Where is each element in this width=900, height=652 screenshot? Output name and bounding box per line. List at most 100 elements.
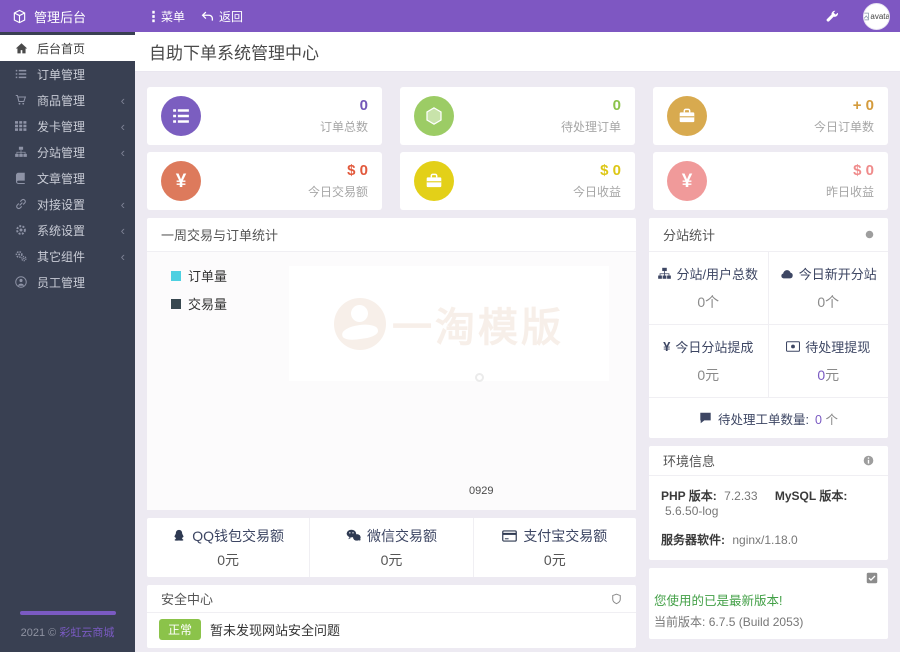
chart-panel-header: 一周交易与订单统计 <box>147 218 636 252</box>
stat-value: $ 0 <box>853 162 874 179</box>
app-brand[interactable]: 管理后台 <box>0 7 135 26</box>
sidebar-item-products[interactable]: 商品管理 ‹ <box>0 87 135 113</box>
sidebar-item-system-settings[interactable]: 系统设置 ‹ <box>0 217 135 243</box>
page-title: 自助下单系统管理中心 <box>149 44 319 63</box>
yen-icon: ¥ <box>161 161 201 201</box>
sidebar: 后台首页 订单管理 商品管理 ‹ 发卡管理 ‹ 分站管理 ‹ 文章管理 对接设置… <box>0 32 135 652</box>
environment-panel-title: 环境信息 <box>663 454 716 469</box>
sidebar-item-staff[interactable]: 员工管理 <box>0 269 135 295</box>
stat-card-total-orders: 0 订单总数 <box>147 87 382 145</box>
copyright-brand-link[interactable]: 彩虹云商城 <box>59 627 114 639</box>
page-header: 自助下单系统管理中心 <box>135 32 900 72</box>
version-panel: 您使用的已是最新版本! 当前版本: 6.7.5 (Build 2053) <box>649 568 888 639</box>
branch-cell-new-today: 今日新开分站 0个 <box>768 252 888 325</box>
current-version: 当前版本: 6.7.5 (Build 2053) <box>654 615 804 629</box>
cube-icon <box>12 9 27 24</box>
cloud-icon <box>780 268 794 279</box>
stat-card-today-volume: ¥ $ 0 今日交易额 <box>147 152 382 210</box>
user-avatar[interactable]: avatar <box>863 2 890 30</box>
sidebar-item-branches[interactable]: 分站管理 ‹ <box>0 139 135 165</box>
stat-label: 订单总数 <box>319 120 368 134</box>
stat-label: 今日收益 <box>572 185 621 199</box>
sidebar-item-label: 发卡管理 <box>37 119 86 134</box>
php-version-label: PHP 版本: <box>661 489 717 503</box>
sidebar-item-label: 后台首页 <box>37 41 86 56</box>
security-panel: 安全中心 正常 暂未发现网站安全问题 <box>147 585 636 648</box>
back-arrow-icon <box>201 10 214 23</box>
weekly-chart-panel: 一周交易与订单统计 订单量 交易量 一淘模版 0929 <box>147 218 636 510</box>
branch-stats-grid: 分站/用户总数 0个 今日新开分站 0个 ¥ 今日分站提成 0元 待处理提现 0… <box>649 252 888 398</box>
briefcase-icon <box>667 96 707 136</box>
mysql-version-label: MySQL 版本: <box>774 489 848 503</box>
stat-card-today-profit: $ 0 今日收益 <box>400 152 635 210</box>
yen-icon: ¥ <box>663 339 671 354</box>
chevron-left-icon: ‹ <box>120 144 125 160</box>
pay-stat-wechat: 微信交易额 0元 <box>309 518 472 577</box>
environment-panel-header: 环境信息 <box>649 446 888 476</box>
back-button[interactable]: 返回 <box>201 8 243 25</box>
pay-stat-qq: QQ钱包交易额 0元 <box>147 518 309 577</box>
qq-penguin-icon <box>172 529 186 543</box>
pay-stat-value: 0元 <box>217 551 240 568</box>
legend-swatch <box>171 298 181 309</box>
briefcase-icon <box>414 161 454 201</box>
menu-button[interactable]: 菜单 <box>151 8 185 25</box>
footer-divider <box>19 611 116 615</box>
grid-icon <box>15 120 28 132</box>
branch-cell-label: 今日分站提成 <box>675 340 754 355</box>
menu-icon <box>151 10 156 23</box>
chevron-left-icon: ‹ <box>120 118 125 134</box>
sidebar-item-label: 对接设置 <box>37 197 86 212</box>
pay-stat-value: 0元 <box>543 551 566 568</box>
main-area: 自助下单系统管理中心 0 订单总数 0 待处理订单 + 0 今日订单数 ¥ $ … <box>135 32 900 652</box>
sidebar-item-label: 文章管理 <box>37 171 86 186</box>
sidebar-item-integration[interactable]: 对接设置 ‹ <box>0 191 135 217</box>
legend-item-orders[interactable]: 订单量 <box>171 266 227 285</box>
stat-label: 昨日收益 <box>825 185 874 199</box>
comment-icon <box>699 412 712 424</box>
pay-stat-alipay: 支付宝交易额 0元 <box>472 518 636 577</box>
payment-stats-panel: QQ钱包交易额 0元 微信交易额 0元 支付宝交易额 0元 <box>147 518 636 577</box>
check-square-icon[interactable] <box>866 572 878 584</box>
settings-wrench-button[interactable] <box>826 10 839 23</box>
stat-value: $ 0 <box>347 162 368 179</box>
watermark-text: 一淘模版 <box>392 305 564 350</box>
sidebar-item-cards[interactable]: 发卡管理 ‹ <box>0 113 135 139</box>
sidebar-item-label: 商品管理 <box>37 93 86 108</box>
cogs-icon <box>15 250 28 262</box>
mysql-version-value: 5.6.50-log <box>665 504 719 518</box>
stat-value: 0 <box>359 97 368 114</box>
stat-label: 今日交易额 <box>307 185 368 199</box>
user-icon <box>15 276 28 288</box>
pending-tickets-row: 待处理工单数量: 0 个 <box>649 398 888 438</box>
menu-label: 菜单 <box>161 9 186 24</box>
stat-value: 0 <box>612 97 621 114</box>
chevron-left-icon: ‹ <box>120 222 125 238</box>
branch-cell-value: 0元 <box>697 367 720 383</box>
environment-panel: 环境信息 PHP 版本: 7.2.33 MySQL 版本: 5.6.50-log <box>649 446 888 560</box>
environment-details: PHP 版本: 7.2.33 MySQL 版本: 5.6.50-log 服务器软… <box>649 476 888 560</box>
chevron-left-icon: ‹ <box>120 196 125 212</box>
loading-spinner <box>475 373 484 382</box>
version-info: 您使用的已是最新版本! 当前版本: 6.7.5 (Build 2053) <box>649 589 888 639</box>
sidebar-item-label: 系统设置 <box>37 223 86 238</box>
stat-value: + 0 <box>852 97 874 114</box>
pay-stat-label: 微信交易额 <box>366 527 437 544</box>
sidebar-item-other-components[interactable]: 其它组件 ‹ <box>0 243 135 269</box>
legend-item-volume[interactable]: 交易量 <box>171 294 227 313</box>
branch-cell-value: 0个 <box>697 294 720 310</box>
branch-cell-commission: ¥ 今日分站提成 0元 <box>649 325 769 398</box>
pending-tickets-value: 0 个 <box>815 412 838 427</box>
pay-stat-label: 支付宝交易额 <box>523 527 608 544</box>
stat-label: 待处理订单 <box>560 120 621 134</box>
stat-card-pending-orders: 0 待处理订单 <box>400 87 635 145</box>
sidebar-item-label: 订单管理 <box>37 67 86 82</box>
sidebar-item-home[interactable]: 后台首页 <box>0 35 135 61</box>
sidebar-item-articles[interactable]: 文章管理 <box>0 165 135 191</box>
credit-card-icon <box>502 529 518 542</box>
gear-icon <box>15 224 28 236</box>
sidebar-item-orders[interactable]: 订单管理 <box>0 61 135 87</box>
server-software-value: nginx/1.18.0 <box>732 533 798 547</box>
shield-icon <box>611 593 622 605</box>
stat-value: $ 0 <box>600 162 621 179</box>
